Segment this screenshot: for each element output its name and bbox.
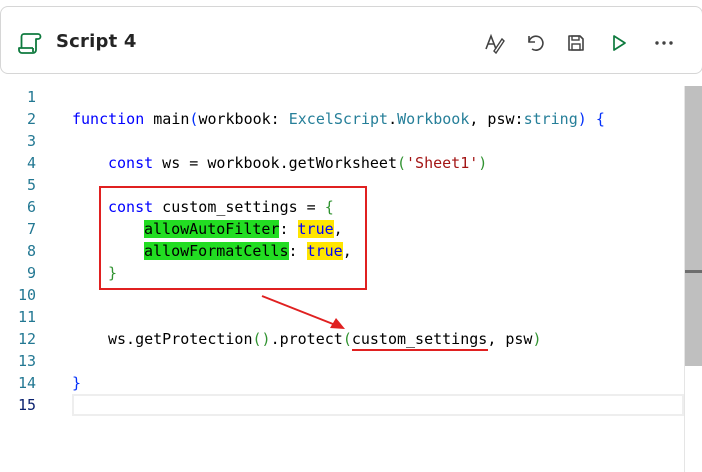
code-line-2: function main(workbook: ExcelScript.Work… (72, 110, 605, 128)
line-number: 4 (26, 154, 36, 172)
line-number: 7 (26, 220, 36, 238)
line-number-active: 15 (17, 396, 36, 414)
script-header: Script 4 (0, 6, 702, 74)
line-number: 11 (17, 308, 36, 326)
highlighted-property: allowFormatCells (144, 242, 289, 260)
script-title: Script 4 (56, 31, 137, 52)
line-number: 6 (26, 198, 36, 216)
line-number: 2 (26, 110, 36, 128)
code-line-9: } (108, 264, 118, 282)
line-number: 1 (26, 88, 36, 106)
code-line-14: } (72, 374, 82, 392)
code-editor[interactable]: 1 2 3 4 5 6 7 8 9 10 11 12 13 14 15 func… (0, 86, 702, 472)
code-line-6: const custom_settings = { (108, 198, 334, 216)
code-line-4: const ws = workbook.getWorksheet('Sheet1… (108, 154, 488, 172)
line-number: 14 (17, 374, 36, 392)
line-number: 13 (17, 352, 36, 370)
save-icon[interactable] (563, 30, 589, 56)
line-number: 5 (26, 176, 36, 194)
underlined-argument: custom_settings (351, 330, 488, 348)
scrollbar-marker (685, 270, 702, 273)
vertical-scrollbar[interactable] (684, 86, 702, 472)
line-number: 10 (17, 286, 36, 304)
script-scroll-icon (17, 30, 43, 56)
line-number: 9 (26, 264, 36, 282)
code-line-7: allowAutoFilter: true, (144, 220, 343, 238)
code-line-12: ws.getProtection().protect(custom_settin… (108, 330, 542, 348)
code-line-8: allowFormatCells: true, (144, 242, 352, 260)
undo-icon[interactable] (522, 30, 548, 56)
spell-check-icon[interactable] (481, 30, 507, 56)
keyword: function (72, 110, 145, 128)
highlighted-value: true (297, 220, 334, 238)
highlighted-property: allowAutoFilter (144, 220, 280, 238)
highlighted-value: true (306, 242, 343, 260)
run-icon[interactable] (606, 30, 632, 56)
more-options-icon[interactable] (651, 30, 677, 56)
scrollbar-thumb[interactable] (685, 86, 702, 366)
line-number: 12 (17, 330, 36, 348)
current-line-highlight (72, 394, 684, 416)
line-number: 8 (26, 242, 36, 260)
line-number: 3 (26, 132, 36, 150)
